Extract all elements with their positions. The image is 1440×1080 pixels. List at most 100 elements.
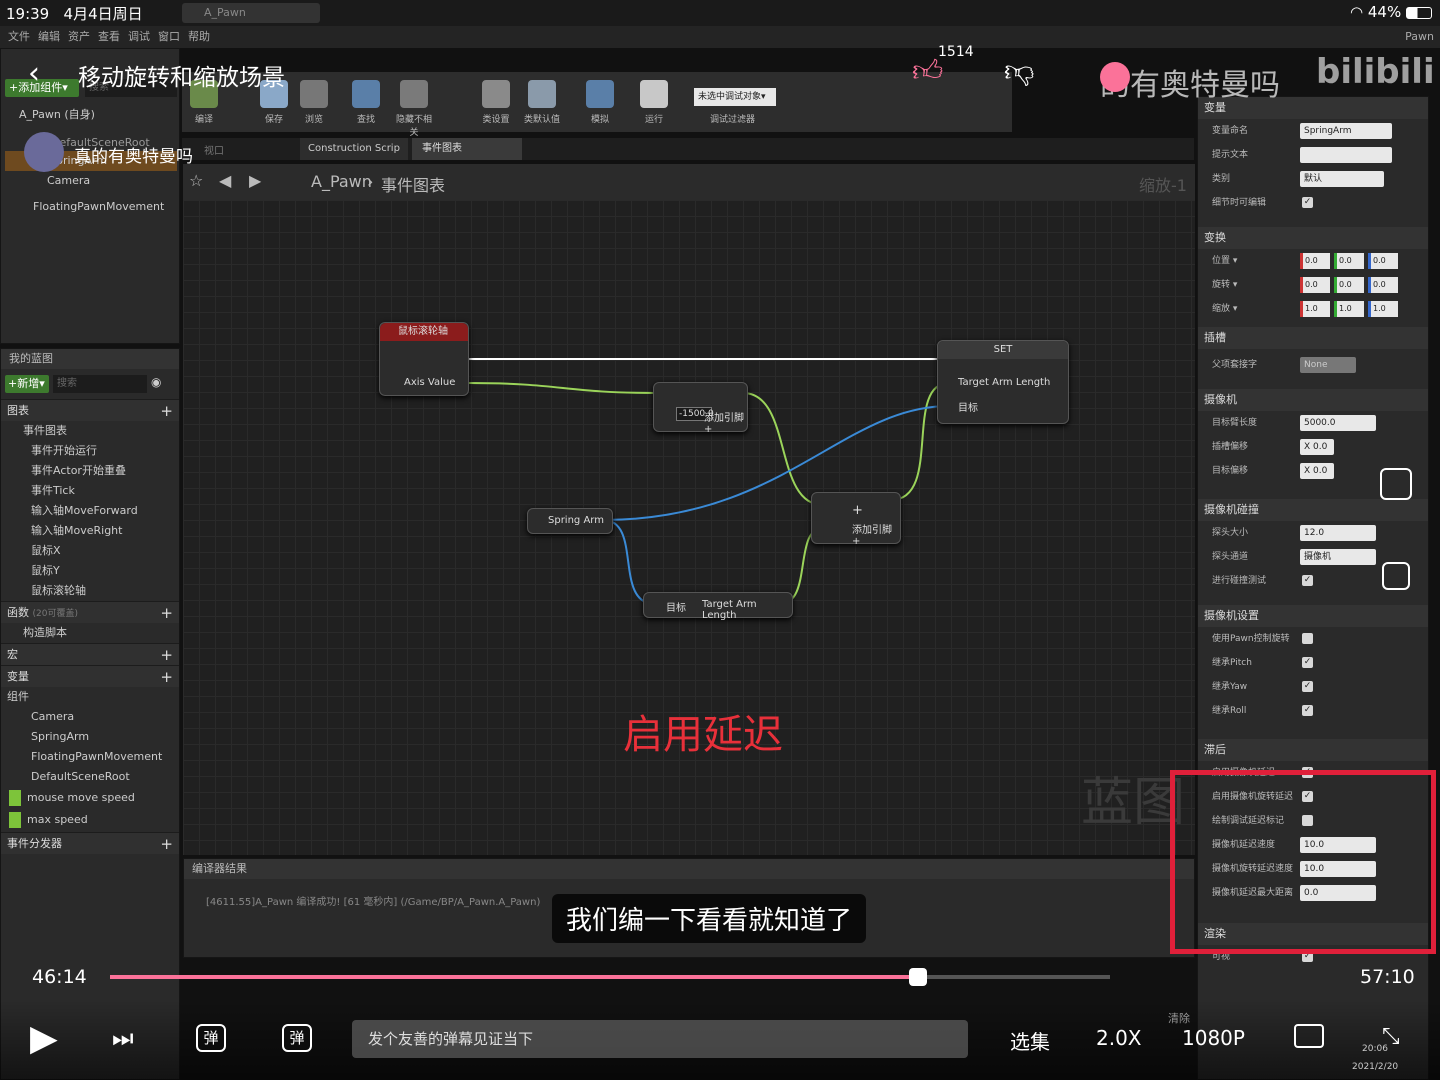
target-arm-length-field[interactable]: 5000.0 bbox=[1300, 415, 1376, 431]
socket-offset-field[interactable]: X 0.0 bbox=[1300, 439, 1334, 455]
menu-view[interactable]: 查看 bbox=[98, 30, 120, 43]
component-item[interactable]: FloatingPawnMovement bbox=[1, 197, 164, 217]
location-z[interactable]: 0.0 bbox=[1368, 253, 1398, 269]
inherit-roll-checkbox[interactable]: ✓ bbox=[1302, 705, 1313, 716]
quality-button[interactable]: 1080P bbox=[1182, 1026, 1245, 1050]
lag-section[interactable]: 滞后 bbox=[1198, 739, 1428, 761]
inherit-yaw-checkbox[interactable]: ✓ bbox=[1302, 681, 1313, 692]
spring-arm-get-node[interactable]: Spring Arm bbox=[527, 508, 613, 534]
add-new-button[interactable]: +新增▾ bbox=[5, 375, 49, 393]
component-var[interactable]: SpringArm bbox=[1, 727, 179, 747]
multiply-node[interactable]: -1500.0 添加引脚 + bbox=[653, 382, 748, 435]
menu-help[interactable]: 帮助 bbox=[188, 30, 210, 43]
inherit-pitch-checkbox[interactable]: ✓ bbox=[1302, 657, 1313, 668]
graphs-section[interactable]: 图表 + bbox=[1, 399, 179, 421]
editable-checkbox[interactable]: ✓ bbox=[1302, 197, 1313, 208]
blueprint-search-input[interactable]: 搜索 bbox=[53, 375, 147, 393]
play-icon[interactable]: ▶ bbox=[30, 1018, 58, 1059]
tab-construction-script[interactable]: Construction Scrip bbox=[300, 138, 408, 160]
event-graph-canvas[interactable]: 鼠标滚轮轴 Axis Value -1500.0 添加引脚 + SET Targ… bbox=[183, 200, 1195, 855]
danmaku-input[interactable]: 发个友善的弹幕见证当下 bbox=[352, 1020, 968, 1058]
add-component-button[interactable]: +添加组件▾ bbox=[5, 79, 79, 97]
event-item[interactable]: 鼠标X bbox=[1, 541, 179, 561]
rotation-z[interactable]: 0.0 bbox=[1368, 277, 1398, 293]
category-dropdown[interactable]: 默认 bbox=[1300, 171, 1384, 187]
variable-item[interactable]: max speed bbox=[9, 812, 179, 828]
add-pin-button[interactable]: 添加引脚 + bbox=[704, 409, 747, 435]
add-function-button[interactable]: + bbox=[160, 602, 173, 624]
find-button[interactable]: 查找 bbox=[344, 80, 388, 125]
parent-socket-field[interactable]: None bbox=[1300, 357, 1356, 373]
browse-button[interactable]: 浏览 bbox=[292, 80, 336, 125]
hide-unrelated-button[interactable]: 隐藏不相关 bbox=[392, 80, 436, 138]
camera-collision-section[interactable]: 摄像机碰撞 bbox=[1198, 499, 1428, 521]
component-var[interactable]: FloatingPawnMovement bbox=[1, 747, 179, 767]
scale-x[interactable]: 1.0 bbox=[1300, 301, 1330, 317]
scale-y[interactable]: 1.0 bbox=[1334, 301, 1364, 317]
progress-knob[interactable] bbox=[909, 968, 927, 986]
episodes-button[interactable]: 选集 bbox=[1010, 1026, 1050, 1055]
event-item[interactable]: 输入轴MoveRight bbox=[1, 521, 179, 541]
add-graph-button[interactable]: + bbox=[160, 400, 173, 422]
progress-bar[interactable] bbox=[110, 975, 1110, 979]
collision-test-checkbox[interactable]: ✓ bbox=[1302, 575, 1313, 586]
variable-name-field[interactable]: SpringArm bbox=[1300, 123, 1392, 139]
menu-file[interactable]: 文件 bbox=[8, 30, 30, 43]
tab-event-graph[interactable]: 事件图表 bbox=[412, 138, 522, 160]
star-icon[interactable]: ☆ bbox=[189, 171, 203, 190]
breadcrumb-root[interactable]: A_Pawn bbox=[311, 172, 372, 191]
forward-arrow-icon[interactable]: ▶ bbox=[249, 171, 261, 190]
rotation-x[interactable]: 0.0 bbox=[1300, 277, 1330, 293]
scale-z[interactable]: 1.0 bbox=[1368, 301, 1398, 317]
components-group[interactable]: 组件 bbox=[1, 687, 179, 707]
location-y[interactable]: 0.0 bbox=[1334, 253, 1364, 269]
add-node[interactable]: + 添加引脚 + bbox=[811, 492, 901, 547]
menu-window[interactable]: 窗口 bbox=[158, 30, 180, 43]
avatar[interactable] bbox=[24, 132, 64, 172]
screenshot-icon[interactable] bbox=[1380, 468, 1412, 500]
lock-icon[interactable] bbox=[1382, 562, 1410, 590]
target-offset-field[interactable]: X 0.0 bbox=[1300, 463, 1334, 479]
add-macro-button[interactable]: + bbox=[160, 644, 173, 666]
location-x[interactable]: 0.0 bbox=[1300, 253, 1330, 269]
danmaku-settings-icon[interactable]: 弹 bbox=[282, 1024, 312, 1052]
class-defaults-button[interactable]: 类默认值 bbox=[520, 80, 564, 125]
back-arrow-icon[interactable]: ◀ bbox=[219, 171, 231, 190]
menu-edit[interactable]: 编辑 bbox=[38, 30, 60, 43]
rotation-y[interactable]: 0.0 bbox=[1334, 277, 1364, 293]
pip-icon[interactable] bbox=[1294, 1024, 1324, 1048]
component-item[interactable]: Camera bbox=[1, 171, 90, 191]
add-variable-button[interactable]: + bbox=[160, 666, 173, 688]
component-var[interactable]: Camera bbox=[1, 707, 179, 727]
event-item[interactable]: 鼠标滚轮轴 bbox=[1, 581, 179, 601]
target-arm-length-get-node[interactable]: 目标 Target Arm Length bbox=[643, 592, 793, 621]
construction-script-item[interactable]: 构造脚本 bbox=[1, 623, 179, 643]
back-arrow-icon[interactable]: ‹ bbox=[28, 56, 40, 91]
danmaku-toggle-icon[interactable]: 弹 bbox=[196, 1024, 226, 1052]
event-item[interactable]: 事件开始运行 bbox=[1, 441, 179, 461]
menu-debug[interactable]: 调试 bbox=[128, 30, 150, 43]
transform-section[interactable]: 变换 bbox=[1198, 227, 1428, 249]
camera-settings-section[interactable]: 摄像机设置 bbox=[1198, 605, 1428, 627]
dispatchers-section[interactable]: 事件分发器 + bbox=[1, 832, 179, 854]
next-icon[interactable]: ⏭ bbox=[112, 1024, 134, 1052]
debug-object-select[interactable]: 未选中调试对象▾ bbox=[694, 88, 776, 106]
variable-item[interactable]: mouse move speed bbox=[9, 790, 179, 806]
ue-window-tab[interactable]: A_Pawn bbox=[182, 3, 320, 23]
event-item[interactable]: 事件Tick bbox=[1, 481, 179, 501]
eye-icon[interactable]: ◉ bbox=[151, 375, 161, 389]
variables-section[interactable]: 变量 + bbox=[1, 665, 179, 687]
event-item[interactable]: 鼠标Y bbox=[1, 561, 179, 581]
class-settings-button[interactable]: 类设置 bbox=[474, 80, 518, 125]
event-item[interactable]: 输入轴MoveForward bbox=[1, 501, 179, 521]
mouse-wheel-event-node[interactable]: 鼠标滚轮轴 Axis Value bbox=[379, 322, 469, 396]
play-button[interactable]: 运行 bbox=[632, 80, 676, 125]
functions-section[interactable]: 函数 (20可覆盖) + bbox=[1, 601, 179, 623]
component-root[interactable]: A_Pawn (自身) bbox=[1, 105, 95, 125]
component-var[interactable]: DefaultSceneRoot bbox=[1, 767, 179, 787]
event-item[interactable]: 事件Actor开始重叠 bbox=[1, 461, 179, 481]
dislike-icon[interactable]: 👎︎ bbox=[1004, 54, 1034, 90]
event-graph-item[interactable]: 事件图表 bbox=[1, 421, 179, 441]
tooltip-field[interactable] bbox=[1300, 147, 1392, 163]
use-pawn-rotation-checkbox[interactable] bbox=[1302, 633, 1313, 644]
